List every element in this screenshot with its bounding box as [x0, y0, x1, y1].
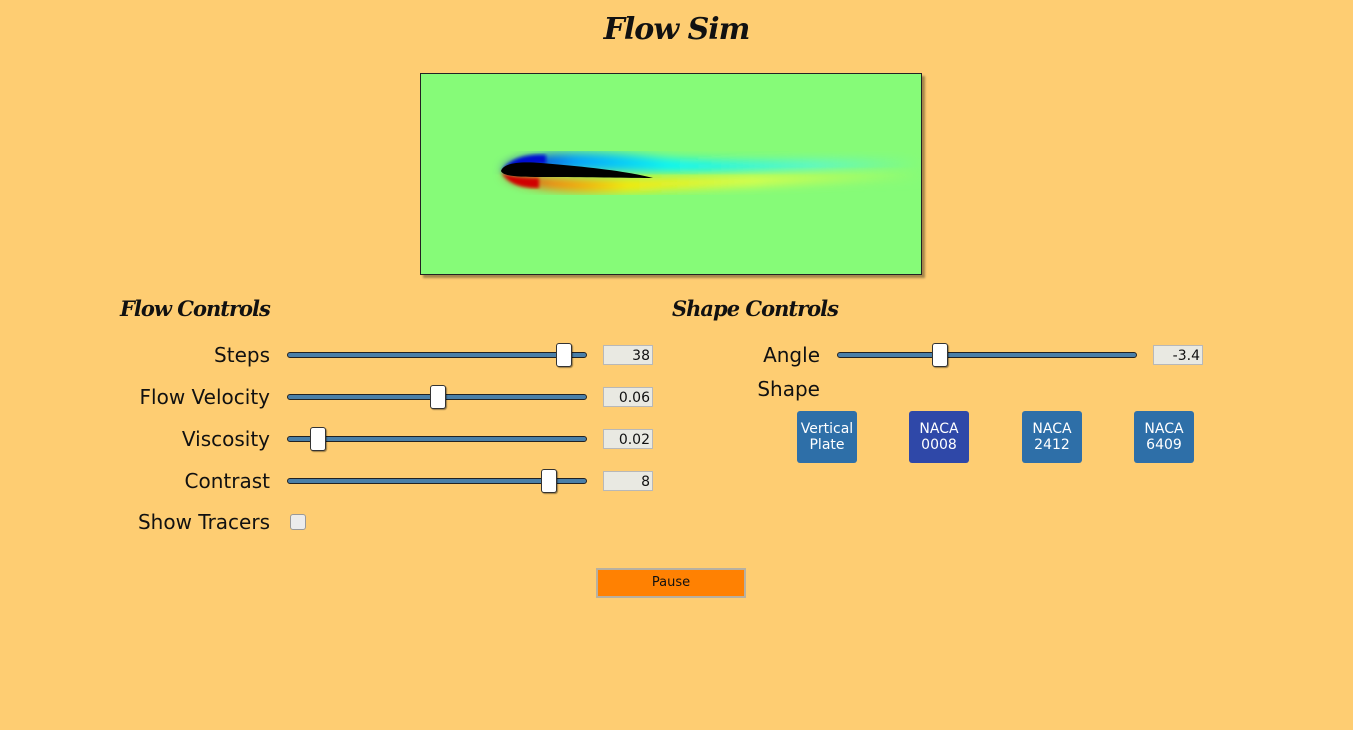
- steps-label: Steps: [214, 343, 270, 367]
- flow-simulation-canvas[interactable]: [420, 73, 922, 275]
- contrast-value: 8: [603, 471, 653, 491]
- angle-label: Angle: [763, 343, 820, 367]
- steps-value: 38: [603, 345, 653, 365]
- steps-slider-thumb[interactable]: [556, 343, 572, 367]
- angle-slider-thumb[interactable]: [932, 343, 948, 367]
- flow-controls-heading: Flow Controls: [120, 296, 271, 321]
- flow-field-image: [421, 74, 921, 274]
- viscosity-slider-track: [287, 436, 587, 442]
- steps-slider[interactable]: [287, 343, 587, 367]
- show-tracers-checkbox[interactable]: [290, 514, 306, 530]
- shape-vertical-plate-button[interactable]: Vertical Plate: [797, 411, 857, 463]
- angle-value: -3.4: [1153, 345, 1203, 365]
- shape-controls-heading: Shape Controls: [672, 296, 839, 321]
- velocity-label: Flow Velocity: [139, 385, 270, 409]
- shape-label: Shape: [757, 377, 820, 401]
- app-title: Flow Sim: [603, 12, 751, 47]
- steps-slider-track: [287, 352, 587, 358]
- angle-slider[interactable]: [837, 343, 1137, 367]
- pause-button[interactable]: Pause: [596, 568, 746, 598]
- viscosity-value: 0.02: [603, 429, 653, 449]
- shape-naca-6409-button[interactable]: NACA 6409: [1134, 411, 1194, 463]
- angle-slider-track: [837, 352, 1137, 358]
- shape-naca-2412-button[interactable]: NACA 2412: [1022, 411, 1082, 463]
- shape-naca-0008-button[interactable]: NACA 0008: [909, 411, 969, 463]
- contrast-slider[interactable]: [287, 469, 587, 493]
- velocity-slider-thumb[interactable]: [430, 385, 446, 409]
- show-tracers-label: Show Tracers: [137, 510, 270, 534]
- contrast-slider-thumb[interactable]: [541, 469, 557, 493]
- velocity-slider[interactable]: [287, 385, 587, 409]
- viscosity-label: Viscosity: [181, 427, 270, 451]
- viscosity-slider-thumb[interactable]: [310, 427, 326, 451]
- contrast-label: Contrast: [184, 469, 270, 493]
- velocity-value: 0.06: [603, 387, 653, 407]
- viscosity-slider[interactable]: [287, 427, 587, 451]
